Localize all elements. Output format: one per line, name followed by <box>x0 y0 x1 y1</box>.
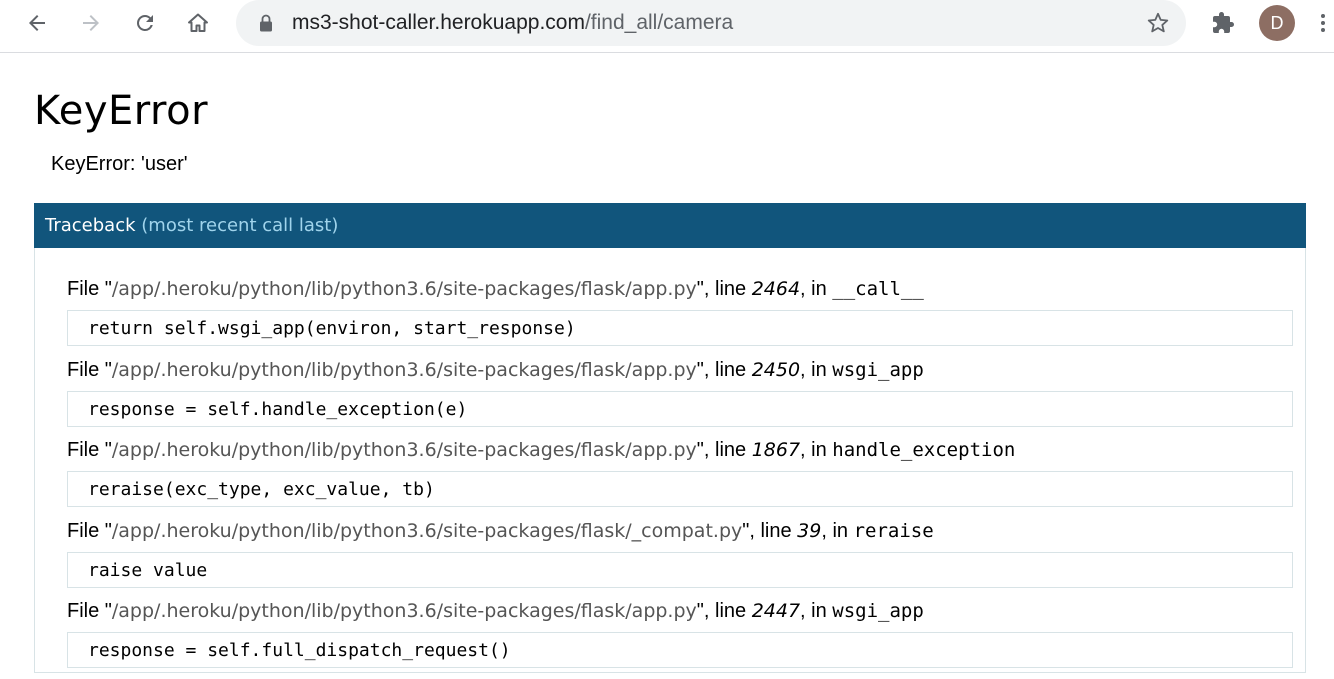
traceback-frame: File "/app/.heroku/python/lib/python3.6/… <box>67 357 1293 438</box>
forward-button[interactable] <box>73 5 109 41</box>
frame-file-path: /app/.heroku/python/lib/python3.6/site-p… <box>111 439 697 461</box>
address-bar[interactable]: ms3-shot-caller.herokuapp.com/find_all/c… <box>236 0 1186 46</box>
frame-file-line: File "/app/.heroku/python/lib/python3.6/… <box>67 276 924 302</box>
frame-in-label: , in <box>800 278 833 300</box>
url-path: /find_all/camera <box>584 11 734 34</box>
back-button[interactable] <box>19 5 55 41</box>
frame-file-line: File "/app/.heroku/python/lib/python3.6/… <box>67 518 934 544</box>
frame-function-name: wsgi_app <box>832 358 924 381</box>
traceback-title: Traceback <box>45 215 136 236</box>
error-message: KeyError: 'user' <box>51 153 188 175</box>
home-icon <box>188 13 208 32</box>
frame-function-name: wsgi_app <box>832 600 924 622</box>
traceback-frame: File "/app/.heroku/python/lib/python3.6/… <box>67 276 1293 357</box>
traceback-frame: File "/app/.heroku/python/lib/python3.6/… <box>67 598 1293 679</box>
frame-prefix: File " <box>67 439 112 461</box>
reload-icon <box>137 15 153 31</box>
frame-source-line[interactable]: response = self.handle_exception(e) <box>67 390 1293 427</box>
frame-function-name: __call__ <box>832 278 924 300</box>
frame-prefix: File " <box>67 278 112 300</box>
star-icon[interactable] <box>1146 11 1170 35</box>
traceback-frame: File "/app/.heroku/python/lib/python3.6/… <box>67 518 1293 599</box>
traceback-frame: File "/app/.heroku/python/lib/python3.6/… <box>67 437 1293 518</box>
traceback-subtitle: (most recent call last) <box>141 215 339 236</box>
frame-line-label: ", line <box>696 358 752 381</box>
frame-line-number: 2447 <box>751 600 801 622</box>
frame-file-path: /app/.heroku/python/lib/python3.6/site-p… <box>111 519 743 542</box>
frame-prefix: File " <box>67 358 112 381</box>
frame-file-path: /app/.heroku/python/lib/python3.6/site-p… <box>111 600 697 622</box>
frame-in-label: , in <box>800 439 833 461</box>
frame-in-label: , in <box>800 358 833 381</box>
lock-icon[interactable] <box>258 14 274 32</box>
frame-source-line[interactable]: reraise(exc_type, exc_value, tb) <box>67 471 1293 507</box>
frame-line-label: ", line <box>696 439 752 461</box>
frame-function-name: reraise <box>853 519 934 542</box>
frame-in-label: , in <box>800 600 833 622</box>
frame-line-number: 2450 <box>751 358 801 381</box>
profile-avatar[interactable]: D <box>1259 5 1295 41</box>
kebab-menu-icon <box>1321 14 1325 32</box>
frame-file-path: /app/.heroku/python/lib/python3.6/site-p… <box>111 358 697 381</box>
frame-source-line[interactable]: response = self.full_dispatch_request() <box>67 632 1293 668</box>
traceback-frames: File "/app/.heroku/python/lib/python3.6/… <box>67 276 1293 679</box>
frame-line-label: ", line <box>742 519 798 542</box>
arrow-left-icon <box>29 15 45 31</box>
reload-button[interactable] <box>127 5 163 41</box>
frame-prefix: File " <box>67 519 112 542</box>
traceback-header[interactable]: Traceback (most recent call last) <box>34 203 1306 248</box>
extensions-button[interactable] <box>1205 5 1241 41</box>
frame-line-number: 2464 <box>751 278 801 300</box>
frame-source-line[interactable]: raise value <box>67 551 1293 588</box>
page-title: KeyError <box>34 88 209 134</box>
url-text[interactable]: ms3-shot-caller.herokuapp.com/find_all/c… <box>292 10 733 36</box>
home-button[interactable] <box>180 5 216 41</box>
frame-line-label: ", line <box>696 278 752 300</box>
arrow-right-icon <box>83 15 99 31</box>
frame-in-label: , in <box>821 519 854 542</box>
frame-prefix: File " <box>67 600 112 622</box>
traceback-panel: Traceback (most recent call last) File "… <box>34 203 1306 673</box>
puzzle-icon <box>1213 12 1234 33</box>
frame-line-number: 39 <box>797 519 822 542</box>
frame-line-number: 1867 <box>751 439 801 461</box>
frame-function-name: handle_exception <box>832 439 1016 461</box>
frame-file-path: /app/.heroku/python/lib/python3.6/site-p… <box>111 278 697 300</box>
url-host: ms3-shot-caller.herokuapp.com <box>292 11 585 34</box>
frame-line-label: ", line <box>696 600 752 622</box>
frame-file-line: File "/app/.heroku/python/lib/python3.6/… <box>67 437 1015 463</box>
frame-file-line: File "/app/.heroku/python/lib/python3.6/… <box>67 598 924 624</box>
browser-toolbar: ms3-shot-caller.herokuapp.com/find_all/c… <box>0 0 1334 53</box>
frame-file-line: File "/app/.heroku/python/lib/python3.6/… <box>67 357 924 383</box>
frame-source-line[interactable]: return self.wsgi_app(environ, start_resp… <box>67 310 1293 346</box>
browser-menu-button[interactable] <box>1312 5 1334 41</box>
